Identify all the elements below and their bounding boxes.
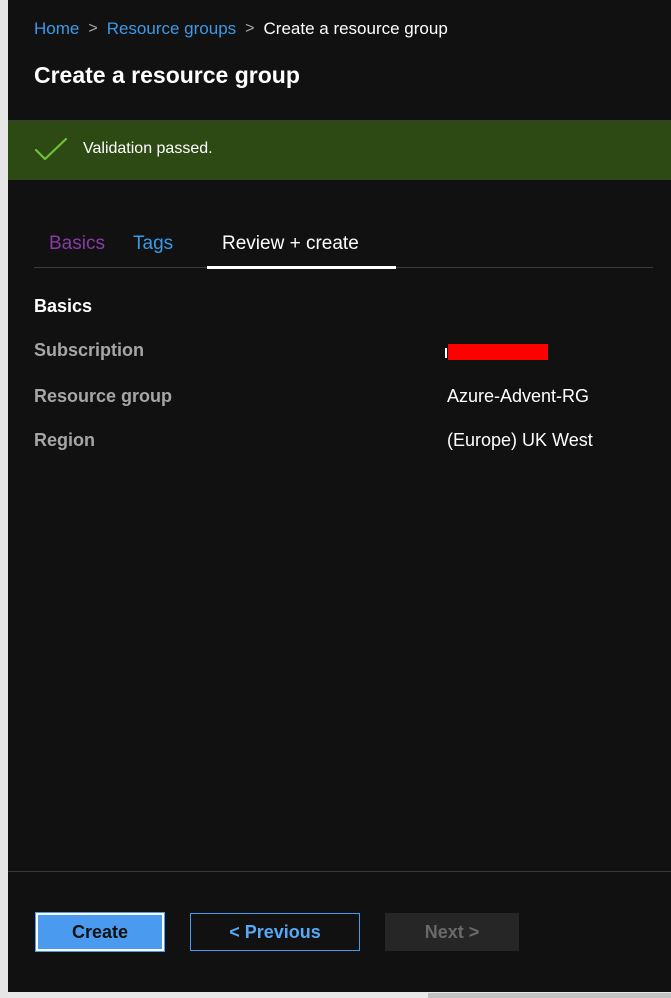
validation-banner: Validation passed. xyxy=(8,121,671,180)
summary-label: Region xyxy=(34,430,95,450)
validation-message: Validation passed. xyxy=(83,140,213,157)
page-title: Create a resource group xyxy=(34,62,300,88)
breadcrumb-home-link[interactable]: Home xyxy=(34,19,79,39)
breadcrumb-separator: > xyxy=(88,20,98,37)
previous-button[interactable]: < Previous xyxy=(190,913,360,951)
tab-basics[interactable]: Basics xyxy=(49,233,105,255)
checkmark-icon xyxy=(34,137,68,161)
tab-review-create[interactable]: Review + create xyxy=(222,233,359,255)
summary-value: Azure-Advent-RG xyxy=(447,386,590,406)
selected-tab-indicator xyxy=(207,266,396,269)
breadcrumb-resource-groups-link[interactable]: Resource groups xyxy=(107,19,236,39)
horizontal-scrollbar-thumb[interactable] xyxy=(428,993,671,998)
breadcrumb-separator: > xyxy=(245,20,255,37)
section-title-basics: Basics xyxy=(34,296,93,316)
summary-label: Resource group xyxy=(34,386,173,406)
breadcrumb: Home > Resource groups > Create a resour… xyxy=(34,17,448,41)
redacted-value xyxy=(445,344,548,360)
footer-divider xyxy=(8,871,671,872)
breadcrumb-current: Create a resource group xyxy=(263,19,448,38)
create-button[interactable]: Create xyxy=(35,912,165,952)
next-button: Next > xyxy=(385,913,519,951)
tab-tags[interactable]: Tags xyxy=(133,233,173,255)
create-resource-group-pane: Home > Resource groups > Create a resour… xyxy=(8,0,671,992)
summary-row-subscription: Subscription xyxy=(34,340,653,366)
summary-row-resource-group: Resource group Azure-Advent-RG xyxy=(34,386,653,412)
summary-label: Subscription xyxy=(34,340,145,360)
summary-value: (Europe) UK West xyxy=(447,430,593,450)
summary-row-region: Region (Europe) UK West xyxy=(34,430,653,456)
tab-strip: Basics Tags Review + create xyxy=(34,226,653,269)
